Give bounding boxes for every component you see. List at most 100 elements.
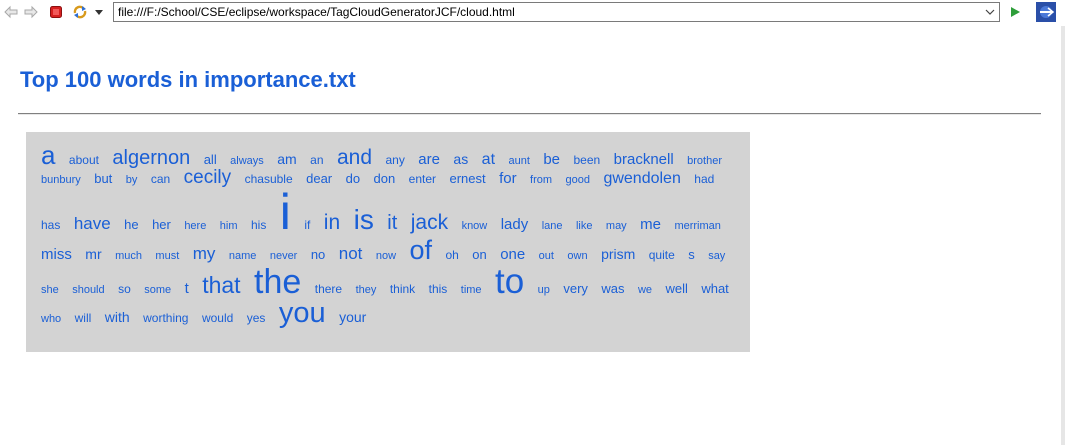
cloud-word: never xyxy=(269,250,298,262)
cloud-word: from xyxy=(530,174,553,186)
cloud-word: here xyxy=(184,220,207,232)
cloud-word: mr xyxy=(85,246,102,262)
cloud-word: well xyxy=(665,281,688,296)
cloud-word: oh xyxy=(445,248,459,262)
cloud-word: who xyxy=(41,313,62,325)
cloud-word: have xyxy=(73,214,111,233)
cloud-word: jack xyxy=(410,211,449,234)
cloud-word: but xyxy=(94,171,113,186)
cloud-word: there xyxy=(314,282,343,296)
cloud-word: that xyxy=(202,272,241,298)
cloud-word: t xyxy=(184,280,189,297)
refresh-icon[interactable] xyxy=(71,3,89,21)
cloud-word: if xyxy=(304,218,311,232)
url-dropdown-icon[interactable] xyxy=(981,3,999,21)
address-bar[interactable]: file:///F:/School/CSE/eclipse/workspace/… xyxy=(113,2,1000,22)
cloud-word: algernon xyxy=(112,147,191,169)
stop-icon[interactable] xyxy=(47,3,65,21)
back-icon[interactable] xyxy=(2,3,20,21)
forward-icon[interactable] xyxy=(22,3,40,21)
cloud-word: on xyxy=(472,247,487,262)
cloud-word: gwendolen xyxy=(603,170,681,187)
cloud-word: merriman xyxy=(674,220,721,232)
cloud-word: do xyxy=(345,171,361,186)
cloud-word: are xyxy=(418,151,440,168)
cloud-word: ernest xyxy=(449,171,486,186)
cloud-word: know xyxy=(461,220,488,232)
go-icon[interactable] xyxy=(1006,3,1024,21)
cloud-word: like xyxy=(575,220,593,232)
cloud-word: must xyxy=(155,250,180,262)
cloud-word: for xyxy=(499,170,517,187)
cloud-word: worthing xyxy=(143,311,189,325)
chevron-down-icon[interactable] xyxy=(93,3,105,21)
cloud-word: you xyxy=(278,297,326,329)
cloud-word: yes xyxy=(246,311,266,325)
eclipse-icon[interactable] xyxy=(1036,2,1056,22)
cloud-word: dear xyxy=(306,171,333,186)
cloud-word: own xyxy=(567,250,588,262)
cloud-word: one xyxy=(500,246,526,263)
cloud-word: would xyxy=(201,311,234,325)
cloud-word: very xyxy=(563,281,588,296)
cloud-word: lady xyxy=(500,216,529,233)
cloud-word: it xyxy=(387,212,398,234)
cloud-word: as xyxy=(453,151,469,167)
cloud-word: can xyxy=(150,172,171,186)
cloud-word: any xyxy=(385,153,405,167)
cloud-word: cecily xyxy=(183,167,232,188)
cloud-word: bunbury xyxy=(41,174,81,186)
cloud-word: about xyxy=(68,153,99,167)
cloud-word: much xyxy=(115,250,142,262)
cloud-word: my xyxy=(192,244,216,263)
cloud-word: he xyxy=(124,217,139,232)
browser-toolbar: file:///F:/School/CSE/eclipse/workspace/… xyxy=(0,0,1065,26)
cloud-word: always xyxy=(230,155,264,167)
cloud-word: at xyxy=(481,151,496,168)
cloud-word: miss xyxy=(41,246,72,263)
cloud-word: good xyxy=(565,174,590,186)
cloud-word: is xyxy=(353,204,374,235)
cloud-word: prism xyxy=(601,246,636,262)
cloud-word: the xyxy=(254,263,302,301)
cloud-word: may xyxy=(605,220,627,232)
cloud-word: enter xyxy=(408,172,437,186)
cloud-word: in xyxy=(323,211,341,234)
cloud-word: quite xyxy=(648,248,675,262)
cloud-word: bracknell xyxy=(613,151,674,168)
cloud-word: him xyxy=(219,220,238,232)
cloud-word: was xyxy=(601,281,625,296)
cloud-word: time xyxy=(460,284,482,296)
page-title: Top 100 words in importance.txt xyxy=(20,67,356,92)
cloud-word: with xyxy=(104,309,130,325)
cloud-word: name xyxy=(228,250,257,262)
cloud-word: aunt xyxy=(508,155,530,167)
cloud-word: no xyxy=(310,247,326,262)
cloud-word: a xyxy=(41,140,56,170)
cloud-word: his xyxy=(250,218,267,232)
cloud-word: had xyxy=(694,172,715,186)
cloud-word: what xyxy=(701,281,729,296)
cloud-word: she xyxy=(41,284,59,296)
cloud-word: will xyxy=(74,311,92,325)
cloud-word: some xyxy=(144,284,172,296)
cloud-word: and xyxy=(336,146,373,169)
cloud-word: now xyxy=(375,250,397,262)
horizontal-rule xyxy=(18,113,1041,115)
cloud-word: should xyxy=(72,284,105,296)
url-text[interactable]: file:///F:/School/CSE/eclipse/workspace/… xyxy=(118,5,515,19)
scrollbar[interactable] xyxy=(1061,26,1065,445)
cloud-word: me xyxy=(640,216,661,233)
cloud-word: up xyxy=(537,284,550,296)
cloud-word: don xyxy=(373,171,396,186)
cloud-word: they xyxy=(355,284,377,296)
cloud-word: all xyxy=(203,152,217,167)
cloud-word: s xyxy=(688,247,695,262)
cloud-word: lane xyxy=(541,220,563,232)
cloud-word: think xyxy=(389,282,416,296)
cloud-word: of xyxy=(409,235,432,265)
cloud-word: been xyxy=(573,153,601,167)
cloud-word: so xyxy=(118,282,131,296)
cloud-word: be xyxy=(543,151,561,168)
cloud-word: am xyxy=(277,151,297,167)
